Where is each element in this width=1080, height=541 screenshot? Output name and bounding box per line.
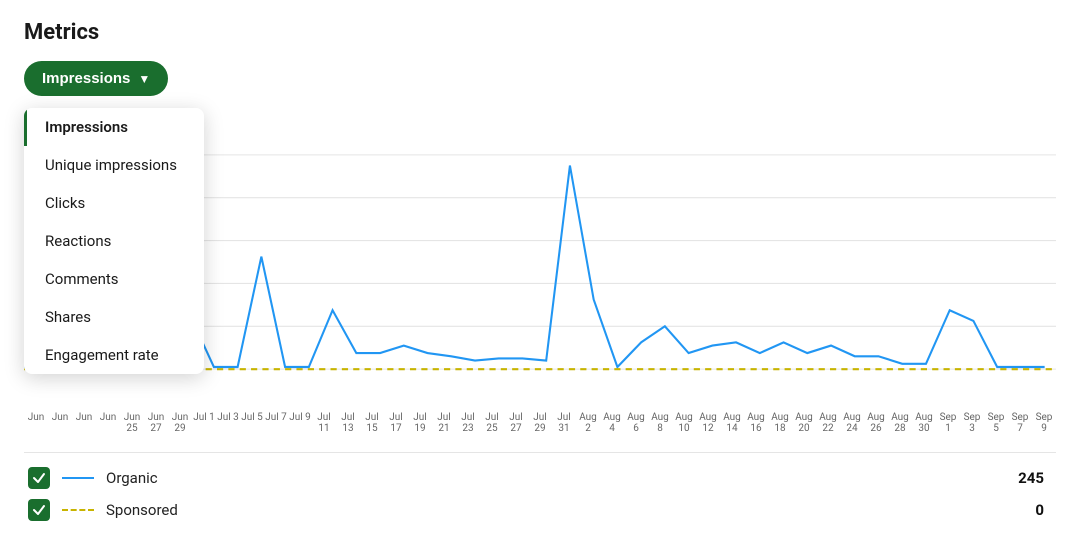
x-label: Aug 30 [912,412,936,434]
sponsored-label: Sponsored [106,501,1023,519]
x-label: Jun [96,412,120,434]
dropdown-item-impressions[interactable]: Impressions [24,108,204,146]
organic-checkbox[interactable] [28,467,50,489]
dropdown-item-engagement-rate[interactable]: Engagement rate [24,336,204,374]
x-label: Jun 27 [144,412,168,434]
organic-value: 245 [1018,469,1052,487]
x-label: Jun 25 [120,412,144,434]
dropdown-item-comments[interactable]: Comments [24,260,204,298]
x-label: Jul 27 [504,412,528,434]
x-label: Jun [48,412,72,434]
x-axis-labels: Jun Jun Jun Jun Jun 25 Jun 27 Jun 29 Jul… [24,412,1056,434]
sponsored-checkbox[interactable] [28,499,50,521]
dropdown-item-unique-impressions[interactable]: Unique impressions [24,146,204,184]
legend-organic: Organic 245 [24,467,1056,489]
x-label: Sep 5 [984,412,1008,434]
page-title: Metrics [24,20,1056,45]
x-label: Aug 22 [816,412,840,434]
x-label: Jul 11 [312,412,336,434]
x-label: Jul 21 [432,412,456,434]
dropdown-item-clicks[interactable]: Clicks [24,184,204,222]
dropdown-menu: Impressions Unique impressions Clicks Re… [24,108,204,374]
page-container: Metrics Impressions ▼ Impressions Unique… [0,0,1080,541]
x-label: Jul 1 [192,412,216,434]
x-label: Jul 13 [336,412,360,434]
x-label: Aug 2 [576,412,600,434]
dropdown-label: Impressions [42,70,130,87]
sponsored-line-indicator [62,509,94,511]
x-label: Sep 3 [960,412,984,434]
organic-line-indicator [62,477,94,479]
x-label: Aug 24 [840,412,864,434]
x-label: Aug 10 [672,412,696,434]
sponsored-value: 0 [1035,501,1052,519]
x-label: Aug 18 [768,412,792,434]
organic-label: Organic [106,469,1006,487]
x-label: Aug 14 [720,412,744,434]
x-label: Jul 9 [288,412,312,434]
x-label: Aug 26 [864,412,888,434]
x-label: Aug 16 [744,412,768,434]
legend: Organic 245 Sponsored 0 [24,452,1056,521]
dropdown-item-reactions[interactable]: Reactions [24,222,204,260]
x-label: Jul 29 [528,412,552,434]
x-label: Sep 7 [1008,412,1032,434]
x-label: Jul 3 [216,412,240,434]
x-label: Sep 1 [936,412,960,434]
x-label: Aug 20 [792,412,816,434]
x-label: Jun 29 [168,412,192,434]
x-label: Aug 12 [696,412,720,434]
x-label: Jul 25 [480,412,504,434]
metric-dropdown-button[interactable]: Impressions ▼ [24,61,168,96]
x-label: Jul 19 [408,412,432,434]
check-icon [32,503,46,517]
x-label: Aug 8 [648,412,672,434]
x-label: Aug 4 [600,412,624,434]
x-label: Jul 7 [264,412,288,434]
dropdown-item-shares[interactable]: Shares [24,298,204,336]
chevron-down-icon: ▼ [138,72,150,86]
x-label: Aug 28 [888,412,912,434]
check-icon [32,471,46,485]
x-label: Jul 23 [456,412,480,434]
x-label: Jul 5 [240,412,264,434]
x-label: Jul 17 [384,412,408,434]
legend-sponsored: Sponsored 0 [24,499,1056,521]
x-label: Jun [72,412,96,434]
x-label: Sep 9 [1032,412,1056,434]
x-label: Aug 6 [624,412,648,434]
x-label: Jun [24,412,48,434]
x-label: Jul 31 [552,412,576,434]
x-label: Jul 15 [360,412,384,434]
